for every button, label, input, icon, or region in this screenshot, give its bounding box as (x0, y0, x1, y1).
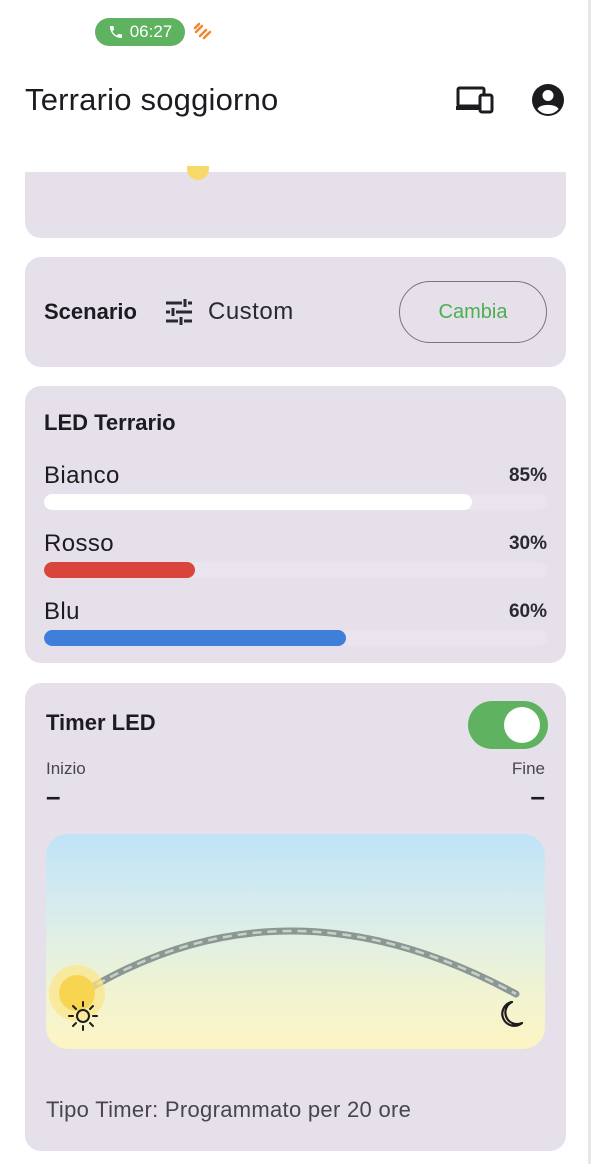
scenario-label: Scenario (44, 299, 137, 324)
tune-icon (166, 299, 192, 325)
led-card-title: LED Terrario (44, 410, 176, 435)
led-channel-name: Bianco (44, 462, 120, 489)
ongoing-call-indicator[interactable]: 06:27 (95, 18, 185, 46)
previous-card (25, 166, 566, 238)
change-scenario-button[interactable]: Cambia (399, 281, 547, 343)
led-channel-percent: 30% (508, 533, 547, 554)
timer-toggle[interactable] (468, 701, 548, 749)
led-channel-white: Bianco 85% (44, 462, 547, 522)
led-card: LED Terrario Bianco 85% Rosso 30% Blu 60… (25, 386, 566, 663)
led-channel-blue: Blu 60% (44, 598, 547, 658)
devices-icon[interactable] (455, 84, 495, 116)
led-level-track[interactable] (44, 562, 547, 578)
led-channel-name: Blu (44, 598, 80, 625)
toggle-knob (504, 707, 540, 743)
end-label: Fine (511, 759, 545, 778)
call-time: 06:27 (129, 22, 173, 41)
account-icon[interactable] (530, 82, 566, 118)
app-bar: Terrario soggiorno (0, 60, 591, 140)
scenario-card: Scenario Custom Cambia (25, 257, 566, 367)
app-notification-icon (193, 22, 212, 40)
led-channel-red: Rosso 30% (44, 530, 547, 590)
timer-card: Timer LED Inizio Fine – – Tipo Timer: Pr… (25, 683, 566, 1151)
led-level-fill (44, 494, 472, 510)
led-level-fill (44, 630, 346, 646)
timer-type-text: Tipo Timer: Programmato per 20 ore (46, 1097, 412, 1122)
page-title: Terrario soggiorno (25, 82, 279, 117)
led-channel-name: Rosso (44, 530, 115, 557)
led-level-fill (44, 562, 195, 578)
sun-marker (187, 166, 209, 180)
moon-icon (501, 1000, 524, 1027)
timer-card-title: Timer LED (46, 710, 156, 735)
start-label: Inizio (46, 759, 86, 778)
sun-position-marker (59, 975, 95, 1011)
led-channel-percent: 85% (508, 465, 547, 486)
phone-icon (109, 26, 122, 38)
scenario-value: Custom (208, 298, 294, 325)
daylight-visualization (46, 834, 545, 1049)
start-time-value[interactable]: – (46, 781, 60, 812)
led-level-track[interactable] (44, 630, 547, 646)
status-bar: 06:27 (0, 0, 591, 60)
led-level-track[interactable] (44, 494, 547, 510)
end-time-value[interactable]: – (531, 781, 545, 812)
led-channel-percent: 60% (508, 601, 547, 622)
